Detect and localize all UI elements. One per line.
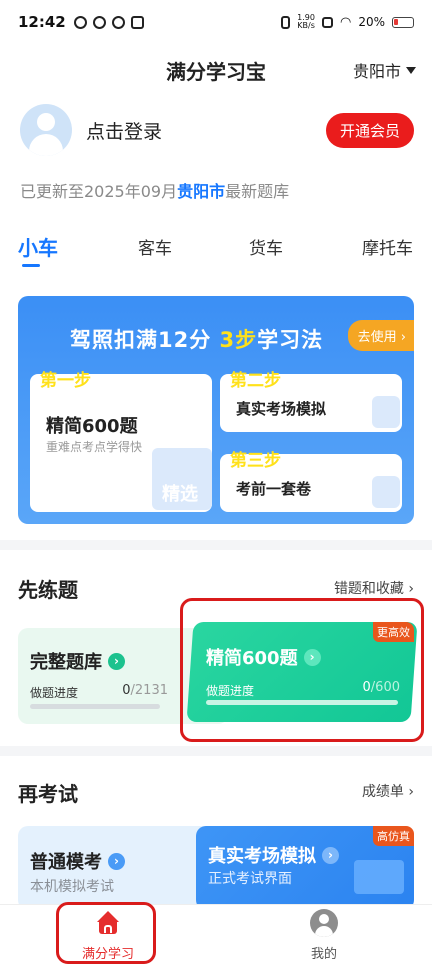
arrow-right-icon: › — [108, 852, 125, 870]
arrow-right-icon: › — [322, 846, 339, 864]
update-suffix: 最新题库 — [225, 182, 290, 201]
banner-title-pre: 驾照扣满12分 — [70, 328, 220, 352]
net-speed-unit: KB/s — [297, 21, 315, 30]
wrong-fav-label: 错题和收藏 — [333, 581, 404, 597]
score-report-label: 成绩单 — [361, 784, 404, 800]
login-row: 点击登录 开通会员 — [20, 102, 414, 158]
update-city[interactable]: 贵阳市 — [177, 182, 225, 201]
step1-label: 第一步 — [40, 371, 91, 391]
sync-icon — [73, 15, 87, 29]
status-right: 1.90 KB/s ◠ 20% — [281, 14, 414, 30]
tab-active-indicator — [22, 264, 40, 267]
step2-title: 真实考场模拟 — [236, 400, 327, 418]
step3-label: 第三步 — [230, 451, 281, 471]
full-bank-progress-label: 做题进度 — [30, 686, 79, 700]
status-bar: 12:42 1.90 KB/s ◠ 20% — [0, 0, 432, 44]
real-title: 真实考场模拟 — [208, 846, 316, 867]
tab-motorcycle[interactable]: 摩托车 — [362, 234, 413, 259]
city-label: 贵阳市 — [352, 62, 401, 81]
wechat-icon — [111, 15, 125, 29]
bank-update-info: 已更新至2025年09月贵阳市最新题库 — [20, 178, 289, 202]
avatar-head — [37, 113, 55, 131]
banner-title-post: 学习法 — [257, 328, 324, 352]
battery-percent: 20% — [358, 15, 385, 29]
step1-title: 精简600题 — [46, 416, 138, 437]
real-title-row: 真实考场模拟 › — [208, 842, 339, 868]
tab-truck[interactable]: 货车 — [249, 234, 283, 259]
calendar-icon — [130, 15, 144, 29]
status-time: 12:42 — [18, 13, 66, 31]
net-speed: 1.90 KB/s — [297, 14, 315, 30]
monitor-icon — [354, 860, 404, 894]
update-prefix: 已更新至2025年09月 — [20, 182, 178, 201]
step3-title: 考前一套卷 — [236, 480, 312, 498]
user-icon — [310, 909, 338, 937]
mock-title-row: 普通模考 › — [30, 848, 125, 874]
wrong-and-favorites-link[interactable]: 错题和收藏 › — [334, 578, 414, 598]
banner-title: 驾照扣满12分 3步学习法 — [70, 324, 323, 354]
full-bank-progress-bar — [30, 704, 160, 709]
mock-sub: 本机模拟考试 — [30, 879, 114, 895]
go-use-button[interactable]: 去使用 › — [347, 320, 414, 351]
highlight-outline-home — [56, 902, 156, 964]
step1-sub: 重难点考点学得快 — [46, 440, 143, 454]
highlight-outline-jingjian — [180, 598, 424, 742]
status-left-icons — [73, 15, 144, 29]
search-doc-icon — [372, 396, 400, 428]
full-bank-total: 2131 — [134, 683, 168, 698]
login-link[interactable]: 点击登录 — [86, 117, 162, 144]
vehicle-tabs: 小车 客车 货车 摩托车 — [0, 234, 432, 270]
exam-title: 再考试 — [18, 782, 78, 806]
study-method-banner[interactable]: 驾照扣满12分 3步学习法 去使用 › 第一步 精简600题 重难点考点学得快 … — [18, 296, 414, 524]
full-bank-title: 完整题库 — [30, 652, 102, 673]
open-vip-button[interactable]: 开通会员 — [325, 112, 414, 148]
chevron-down-icon — [406, 66, 416, 74]
full-bank-progress-value: 0/2131 — [122, 683, 168, 698]
wifi-icon: ◠ — [339, 14, 352, 30]
banner-title-highlight: 3步 — [219, 328, 258, 352]
step1-deco-text: 精选 — [162, 484, 198, 505]
app-header: 满分学习宝 贵阳市 — [0, 48, 432, 88]
book-icon — [372, 476, 400, 508]
battery-icon — [392, 16, 414, 28]
tab-bus[interactable]: 客车 — [138, 234, 172, 259]
app-notification-icon — [92, 15, 106, 29]
high-fidelity-badge: 高仿真 — [373, 826, 414, 846]
no-sim-icon — [321, 16, 333, 28]
city-selector[interactable]: 贵阳市 — [353, 58, 416, 82]
practice-title: 先练题 — [18, 578, 78, 602]
go-use-label: 去使用 — [357, 330, 397, 345]
full-bank-done: 0 — [122, 683, 131, 698]
step2-label: 第二步 — [230, 371, 281, 391]
score-report-link[interactable]: 成绩单 › — [362, 781, 414, 801]
avatar-shoulders — [29, 134, 63, 156]
nav-me-label: 我的 — [310, 947, 337, 962]
section-divider — [0, 540, 432, 550]
arrow-right-icon: › — [108, 652, 125, 670]
vibrate-icon — [281, 15, 291, 29]
nav-me[interactable]: 我的 — [264, 905, 384, 964]
avatar[interactable] — [20, 104, 72, 156]
mock-title: 普通模考 — [30, 852, 102, 873]
real-sub: 正式考试界面 — [208, 871, 292, 887]
section-divider-2 — [0, 746, 432, 756]
full-bank-title-row: 完整题库 › — [30, 648, 125, 674]
tab-car[interactable]: 小车 — [18, 232, 58, 261]
real-exam-card[interactable]: 真实考场模拟 › 正式考试界面 高仿真 — [196, 826, 414, 910]
